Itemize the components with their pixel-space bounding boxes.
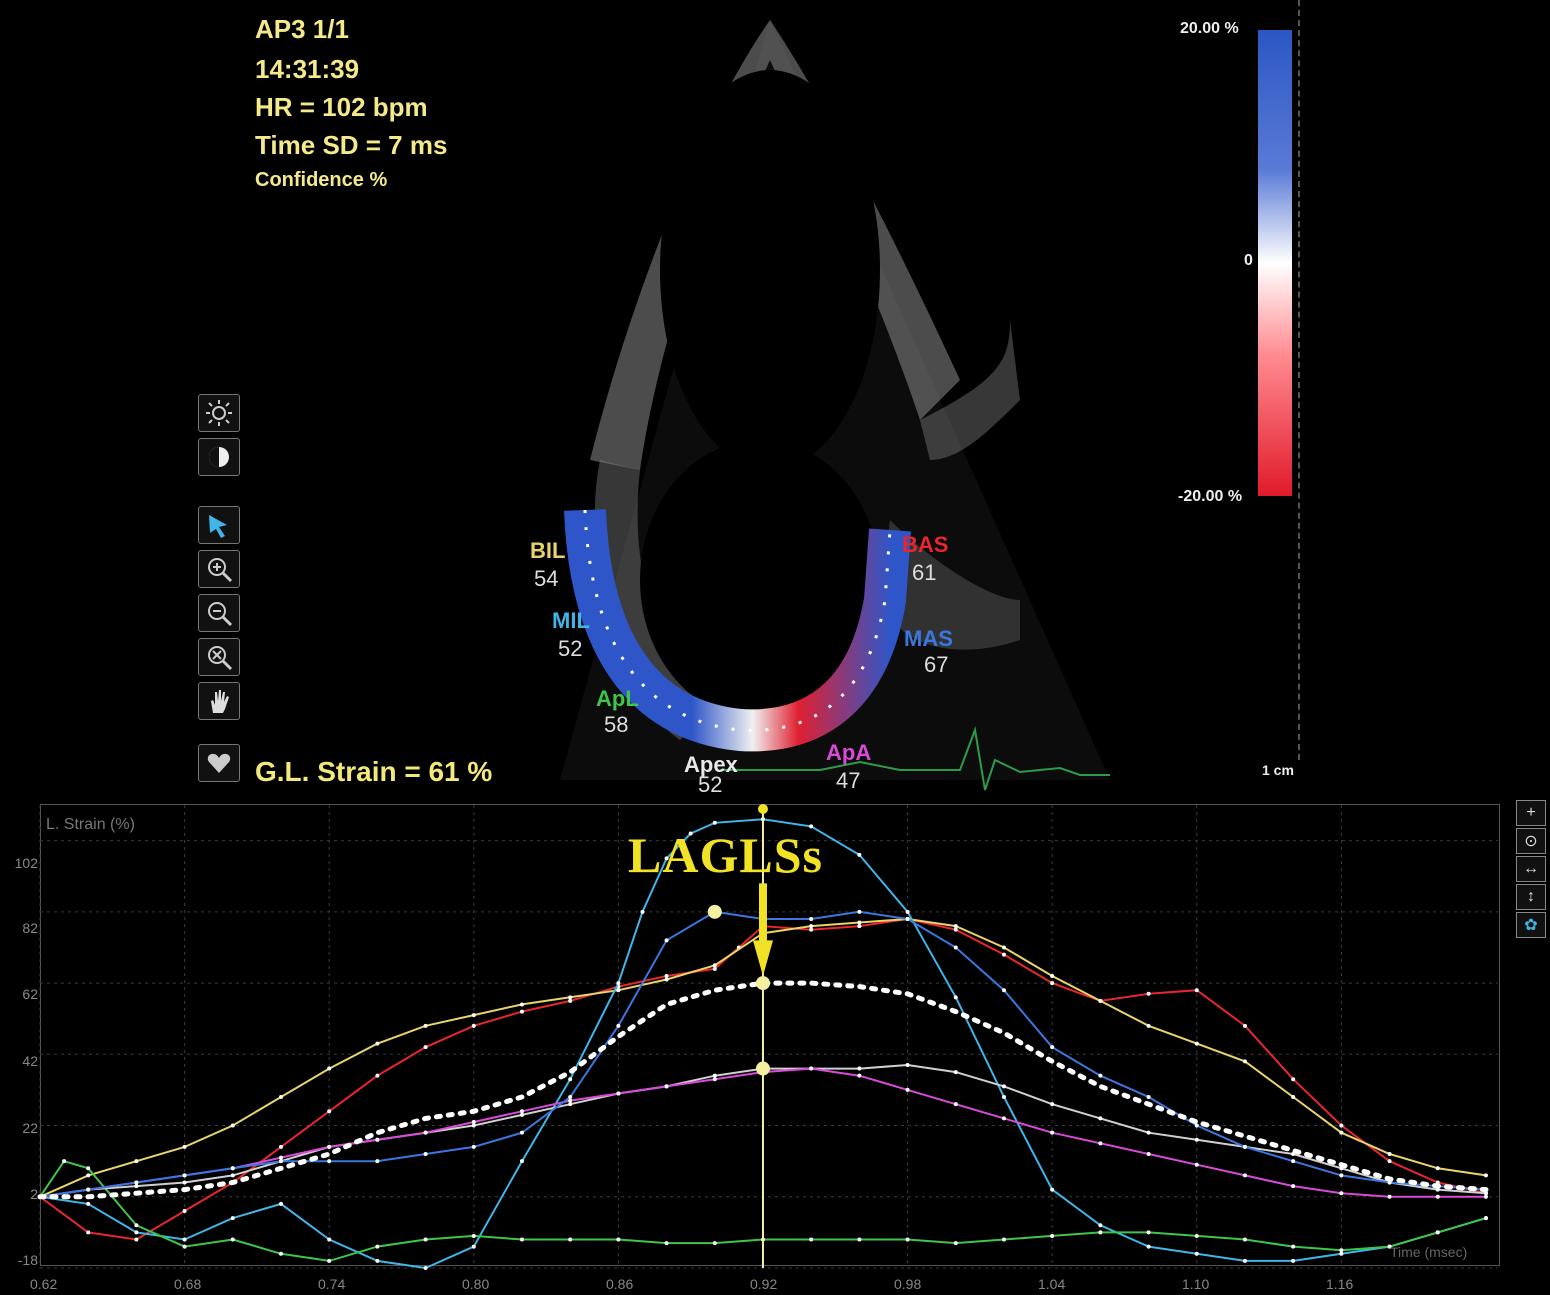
heart-rate: HR = 102 bpm xyxy=(255,92,428,122)
graph-add-button[interactable]: + xyxy=(1516,800,1546,826)
chart-xlabel: Time (msec) xyxy=(1390,1244,1468,1260)
x-tick: 0.74 xyxy=(318,1276,346,1292)
segment-value-apl: 58 xyxy=(604,712,629,737)
segment-label-apl: ApL xyxy=(596,686,639,711)
lagls-annotation: LAGLSs xyxy=(628,827,823,883)
zoom-out-button[interactable] xyxy=(198,594,240,632)
heart-button[interactable] xyxy=(198,744,240,782)
image-panel: AP3 1/1 14:31:39 HR = 102 bpm Time SD = … xyxy=(0,0,1550,797)
confidence-label: Confidence % xyxy=(255,169,388,191)
segment-label-mil: MIL xyxy=(552,608,590,633)
graph-vscale-button[interactable]: ↕ xyxy=(1516,884,1546,910)
segment-value-mil: 52 xyxy=(558,636,583,661)
zoom-in-icon xyxy=(208,558,233,583)
zoom-in-button[interactable] xyxy=(198,550,240,588)
time-sd: Time SD = 7 ms xyxy=(255,130,448,160)
depth-ruler xyxy=(1298,0,1302,760)
x-tick: 1.10 xyxy=(1182,1276,1210,1292)
x-tick: 0.92 xyxy=(750,1276,778,1292)
y-tick: 82 xyxy=(22,920,38,936)
segment-value-bil: 54 xyxy=(534,566,559,591)
y-tick: 102 xyxy=(14,855,38,871)
depth-label: 1 cm xyxy=(1262,762,1294,778)
graph-settings-button[interactable]: ✿ xyxy=(1516,912,1546,938)
segment-value-apa: 47 xyxy=(836,768,861,793)
zoom-reset-button[interactable] xyxy=(198,638,240,676)
x-tick: 0.86 xyxy=(606,1276,634,1292)
scale-top-label: 20.00 % xyxy=(1180,20,1239,37)
chart-ylabel: L. Strain (%) xyxy=(46,816,135,833)
brightness-button[interactable] xyxy=(198,394,240,432)
x-tick: 0.68 xyxy=(174,1276,202,1292)
segment-value-apex: 52 xyxy=(698,772,723,797)
view-label: AP3 1/1 xyxy=(255,14,349,44)
scale-bottom-label: -20.00 % xyxy=(1178,488,1243,505)
strain-color-scale xyxy=(1258,30,1292,496)
zoom-reset-icon xyxy=(208,646,233,671)
heart-icon xyxy=(207,753,231,773)
segment-value-bas: 61 xyxy=(912,560,937,585)
x-tick: 1.04 xyxy=(1038,1276,1066,1292)
contrast-button[interactable] xyxy=(198,438,240,476)
y-tick: 22 xyxy=(22,1120,38,1136)
scale-mid-label: 0 xyxy=(1244,252,1253,269)
x-tick: 0.62 xyxy=(30,1276,58,1292)
contrast-icon xyxy=(209,447,229,467)
segment-value-mas: 67 xyxy=(924,652,949,677)
segment-label-bil: BIL xyxy=(530,538,566,563)
hand-icon xyxy=(211,690,229,713)
x-tick: 0.80 xyxy=(462,1276,490,1292)
segment-label-bas: BAS xyxy=(902,532,949,557)
segment-label-mas: MAS xyxy=(904,626,953,651)
y-tick: 42 xyxy=(22,1053,38,1069)
global-strain-value: G.L. Strain = 61 % xyxy=(255,756,493,787)
segment-label-apa: ApA xyxy=(826,740,872,765)
graph-center-button[interactable]: ⊙ xyxy=(1516,828,1546,854)
sun-icon xyxy=(206,400,232,426)
zoom-out-icon xyxy=(208,602,233,627)
y-tick: 2 xyxy=(30,1186,38,1202)
timestamp: 14:31:39 xyxy=(255,54,360,84)
graph-hscale-button[interactable]: ↔ xyxy=(1516,856,1546,882)
pointer-button[interactable] xyxy=(198,506,240,544)
pointer-icon xyxy=(209,515,227,538)
x-tick: 1.16 xyxy=(1326,1276,1354,1292)
y-tick: 62 xyxy=(22,986,38,1002)
y-tick: -18 xyxy=(17,1252,38,1268)
pan-button[interactable] xyxy=(198,682,240,720)
x-tick: 0.98 xyxy=(894,1276,922,1292)
